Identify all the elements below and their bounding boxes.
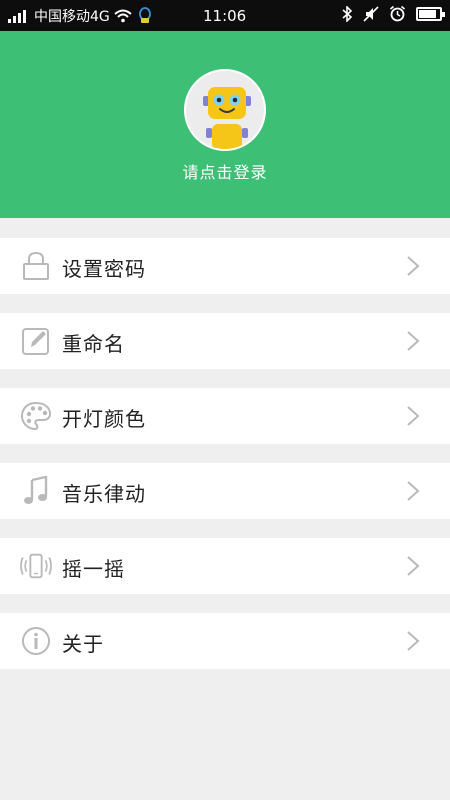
menu-item-label: 音乐律动 (62, 482, 146, 506)
wifi-icon (114, 9, 132, 22)
login-prompt[interactable]: 请点击登录 (0, 159, 450, 183)
mute-icon (363, 5, 379, 22)
signal-strength-icon (8, 9, 26, 23)
bluetooth-icon (342, 5, 353, 22)
chevron-right-icon (407, 406, 420, 426)
menu-item-label: 摇一摇 (62, 557, 125, 581)
shake-phone-icon (20, 550, 52, 582)
carrier-name: 中国移动4G (34, 8, 110, 25)
chevron-right-icon (407, 481, 420, 501)
battery-icon (416, 6, 445, 21)
info-icon (20, 625, 52, 657)
menu-item-label: 重命名 (62, 332, 125, 356)
menu-item-about[interactable]: 关于 (0, 613, 450, 669)
menu-item-rename[interactable]: 重命名 (0, 313, 450, 369)
menu-item-music-rhythm[interactable]: 音乐律动 (0, 463, 450, 519)
menu-item-shake[interactable]: 摇一摇 (0, 538, 450, 594)
menu-item-label: 设置密码 (62, 257, 146, 281)
menu-item-label: 开灯颜色 (62, 407, 146, 431)
chevron-right-icon (407, 631, 420, 651)
chevron-right-icon (407, 331, 420, 351)
lock-icon (20, 250, 52, 282)
menu-item-label: 关于 (62, 632, 104, 656)
robot-avatar-icon (203, 87, 251, 149)
status-bar: 中国移动4G 11:06 (0, 0, 450, 31)
menu-item-set-password[interactable]: 设置密码 (0, 238, 450, 294)
profile-header: 请点击登录 (0, 31, 450, 218)
alarm-icon (389, 5, 406, 22)
palette-icon (20, 400, 52, 432)
chevron-right-icon (407, 556, 420, 576)
notification-icon (138, 6, 151, 23)
clock-time: 11:06 (203, 7, 247, 25)
edit-icon (20, 325, 52, 357)
avatar[interactable] (184, 69, 266, 151)
chevron-right-icon (407, 256, 420, 276)
menu-item-light-color[interactable]: 开灯颜色 (0, 388, 450, 444)
music-note-icon (20, 475, 52, 507)
